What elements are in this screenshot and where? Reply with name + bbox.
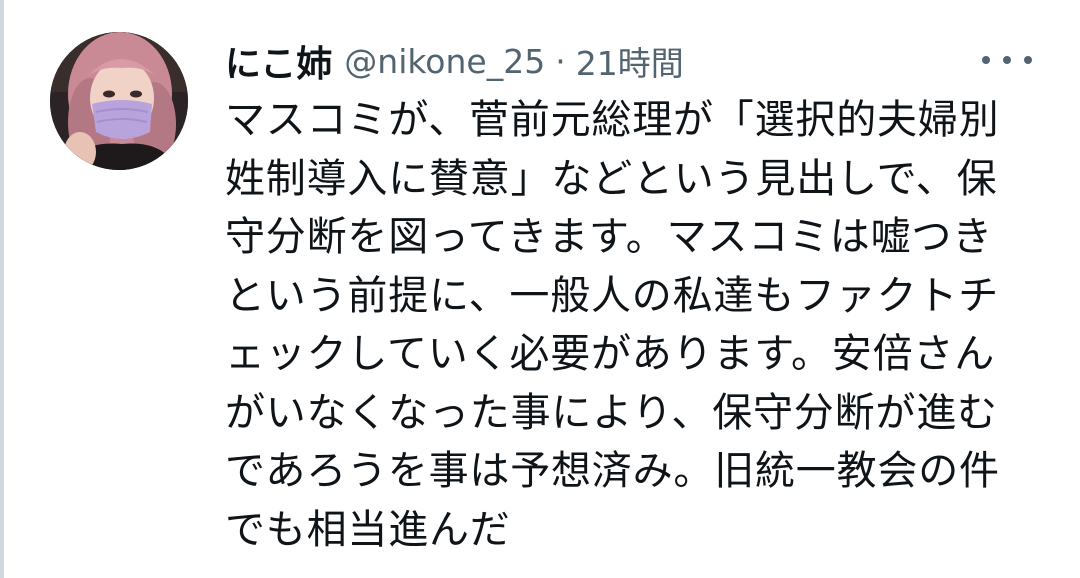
display-name[interactable]: にこ姉 — [225, 35, 332, 87]
tweet-text-line: であろうを事は予想済み。旧統一教会の件 — [225, 448, 1000, 494]
tweet[interactable]: にこ姉 @nikone_25 · 21時間 マスコミが、菅前元総理が「選択的夫婦… — [0, 0, 1080, 578]
timestamp[interactable]: 21時間 — [576, 37, 684, 85]
more-dot — [1003, 56, 1011, 64]
tweet-text-line: でも相当進んだ — [225, 506, 511, 553]
tweet-text: マスコミが、菅前元総理が「選択的夫婦別 姓制導入に賛意」などという見出しで、保 … — [225, 91, 1035, 559]
tweet-text-line: ェックしていく必要があります。安倍さん — [225, 331, 995, 377]
more-horizontal-icon[interactable] — [982, 50, 1032, 70]
tweet-text-line: という前提に、一般人の私達もファクトチ — [225, 272, 999, 319]
avatar-photo — [50, 32, 188, 170]
tweet-text-line: 姓制導入に賛意」などという見出しで、保 — [225, 155, 998, 202]
tweet-text-line: 守分断を図ってきます。マスコミは嘘つき — [225, 214, 993, 260]
avatar[interactable] — [50, 32, 188, 170]
user-handle[interactable]: @nikone_25 — [344, 42, 545, 81]
tweet-header: にこ姉 @nikone_25 · 21時間 — [225, 36, 684, 86]
more-dot — [982, 56, 990, 64]
separator-dot: · — [555, 41, 566, 81]
tweet-text-line: マスコミが、菅前元総理が「選択的夫婦別 — [225, 97, 1000, 143]
more-dot — [1024, 56, 1032, 64]
tweet-text-line: がいなくなった事により、保守分断が進む — [225, 389, 998, 436]
